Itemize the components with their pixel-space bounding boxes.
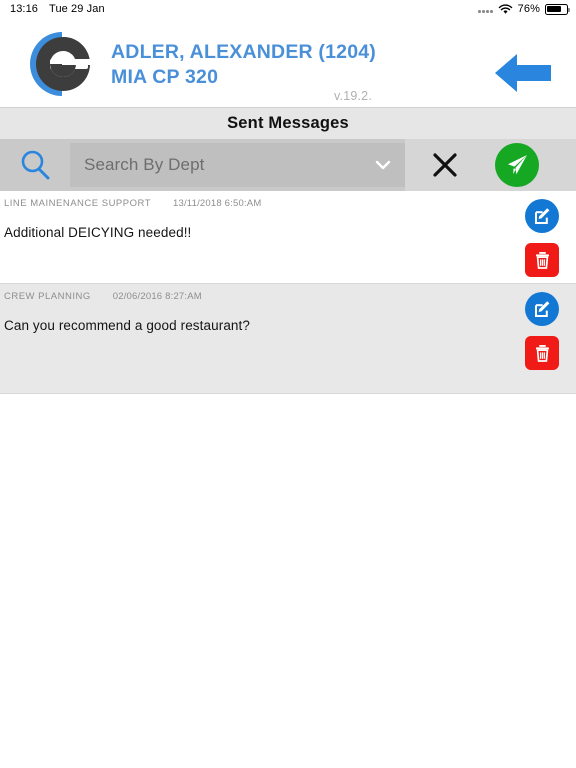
- message-body: Can you recommend a good restaurant?: [4, 318, 250, 333]
- paper-plane-icon: [508, 155, 527, 175]
- sent-messages-list: LINE MAINENANCE SUPPORT 13/11/2018 6:50:…: [0, 191, 576, 394]
- header-user-name: ADLER, ALEXANDER (1204): [111, 41, 377, 63]
- edit-pencil-icon: [534, 300, 549, 317]
- table-row[interactable]: LINE MAINENANCE SUPPORT 13/11/2018 6:50:…: [0, 191, 576, 284]
- message-actions: [525, 199, 559, 277]
- battery-icon: [545, 3, 570, 15]
- app-version: v.19.2.: [334, 89, 372, 103]
- e-logo-icon: [22, 28, 94, 100]
- status-bar-date: Tue 29 Jan: [49, 3, 105, 15]
- status-bar-time: 13:16: [10, 3, 39, 15]
- table-row[interactable]: CREW PLANNING 02/06/2016 8:27:AM Can you…: [0, 284, 576, 394]
- back-arrow-icon[interactable]: [492, 50, 554, 96]
- message-dept: LINE MAINENANCE SUPPORT: [4, 198, 151, 209]
- status-bar-indicators: 76%: [478, 3, 570, 15]
- wifi-icon: [498, 3, 512, 14]
- delete-message-button[interactable]: [525, 243, 559, 277]
- message-body: Additional DEICYING needed!!: [4, 225, 192, 240]
- header-user-block: ADLER, ALEXANDER (1204) MIA CP 320: [111, 40, 376, 90]
- close-x-icon: [433, 153, 457, 177]
- message-meta: CREW PLANNING 02/06/2016 8:27:AM: [4, 291, 576, 305]
- empty-list-area: [0, 394, 576, 754]
- search-dept-placeholder: Search By Dept: [84, 155, 205, 174]
- search-dept-select[interactable]: Search By Dept: [70, 143, 405, 187]
- search-toolbar: Search By Dept: [0, 139, 576, 191]
- app-header: ADLER, ALEXANDER (1204) MIA CP 320 v.19.…: [0, 18, 576, 107]
- delete-message-button[interactable]: [525, 336, 559, 370]
- trash-icon: [535, 345, 549, 362]
- page-title-bar: Sent Messages: [0, 107, 576, 139]
- clear-search-button[interactable]: [405, 139, 485, 191]
- message-date: 02/06/2016 8:27:AM: [112, 291, 202, 302]
- edit-pencil-icon: [534, 207, 549, 224]
- chevron-down-icon: [375, 160, 391, 170]
- edit-message-button[interactable]: [525, 199, 559, 233]
- message-date: 13/11/2018 6:50:AM: [173, 198, 262, 209]
- header-user-base: MIA CP 320: [111, 66, 219, 88]
- send-message-button[interactable]: [495, 143, 539, 187]
- trash-icon: [535, 252, 549, 269]
- status-bar: 13:16 Tue 29 Jan 76%: [0, 0, 576, 18]
- battery-percent: 76%: [517, 3, 540, 15]
- signal-dots-icon: [478, 6, 493, 13]
- search-icon[interactable]: [0, 139, 70, 191]
- toolbar-actions: [405, 139, 576, 191]
- page-title: Sent Messages: [227, 114, 349, 132]
- message-meta: LINE MAINENANCE SUPPORT 13/11/2018 6:50:…: [4, 198, 576, 212]
- edit-message-button[interactable]: [525, 292, 559, 326]
- message-dept: CREW PLANNING: [4, 291, 91, 302]
- message-actions: [525, 292, 559, 370]
